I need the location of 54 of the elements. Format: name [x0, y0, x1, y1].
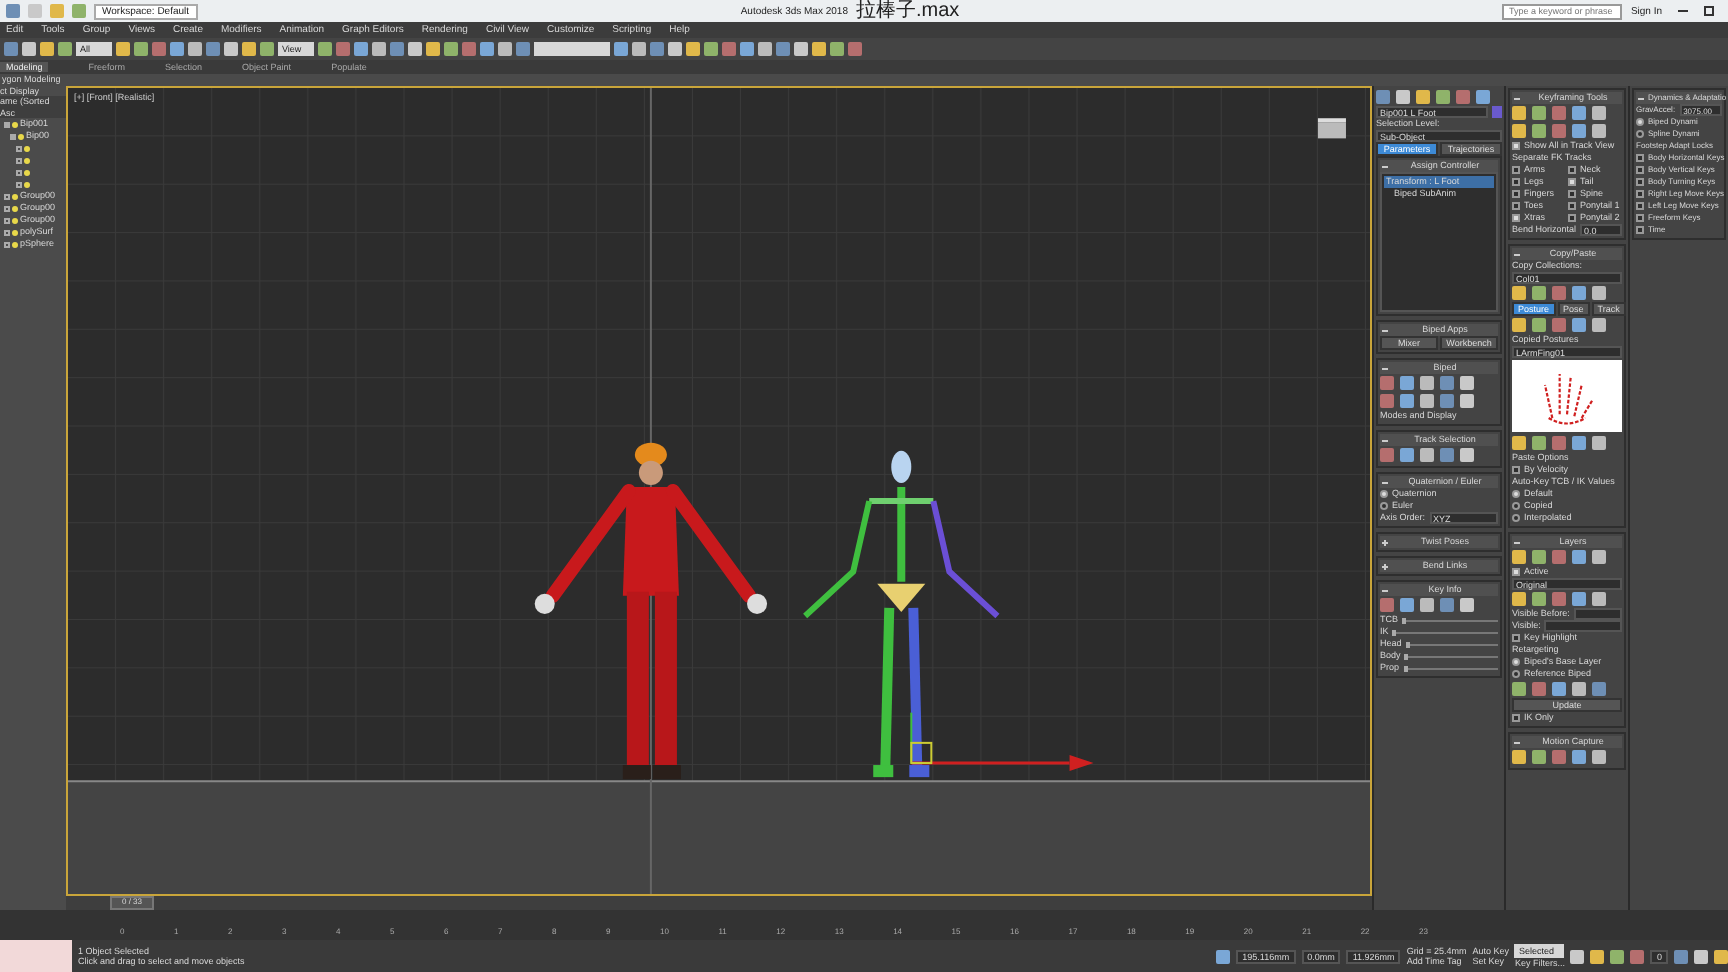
view-cube-icon[interactable] — [1317, 118, 1346, 139]
checkbox[interactable] — [1568, 214, 1576, 222]
checkbox[interactable] — [1512, 142, 1520, 150]
radio-button[interactable] — [1512, 502, 1520, 510]
checkbox[interactable] — [1636, 226, 1644, 234]
expand-toggle-icon[interactable] — [4, 193, 10, 200]
radio-button[interactable] — [1512, 658, 1520, 666]
checkbox[interactable] — [1568, 202, 1576, 210]
hand-preview-drawing — [1512, 360, 1622, 432]
expand-toggle-icon[interactable] — [16, 169, 22, 176]
checkbox[interactable] — [1512, 568, 1520, 576]
radio-button[interactable] — [1512, 514, 1520, 522]
checkbox[interactable] — [1568, 190, 1576, 198]
expand-toggle-icon[interactable] — [16, 157, 22, 164]
checkbox[interactable] — [1568, 178, 1576, 186]
expand-toggle-icon[interactable] — [4, 229, 10, 236]
file-name: 拉棒子.max — [855, 0, 960, 22]
expand-toggle-icon[interactable] — [4, 241, 10, 248]
expand-toggle-icon[interactable] — [16, 145, 22, 152]
biped-skeleton-drawing[interactable] — [803, 450, 1000, 778]
radio-button[interactable] — [1636, 130, 1644, 138]
checkbox[interactable] — [1636, 154, 1644, 162]
checkbox[interactable] — [1512, 202, 1520, 210]
checkbox[interactable] — [1636, 178, 1644, 186]
input-field[interactable] — [1573, 608, 1622, 620]
named-selection-dropdown[interactable] — [534, 42, 610, 56]
checkbox[interactable] — [1568, 166, 1576, 174]
checkbox[interactable] — [1636, 190, 1644, 198]
expand-toggle-icon[interactable] — [4, 205, 10, 212]
checkbox[interactable] — [1512, 214, 1520, 222]
checkbox[interactable] — [1512, 190, 1520, 198]
checkbox[interactable] — [1512, 178, 1520, 186]
input-field[interactable] — [1544, 620, 1622, 632]
checkbox[interactable] — [1512, 466, 1520, 474]
checkbox[interactable] — [1636, 202, 1644, 210]
radio-button[interactable] — [1380, 502, 1388, 510]
checkbox[interactable] — [1512, 714, 1520, 722]
checkbox[interactable] — [1512, 634, 1520, 642]
minimize-icon[interactable] — [1678, 10, 1689, 12]
move-gizmo-drawing[interactable] — [910, 712, 1094, 772]
maxscript-listener-field[interactable] — [0, 940, 72, 972]
radio-button[interactable] — [1512, 670, 1520, 678]
object-color-swatch[interactable] — [1492, 106, 1502, 118]
radio-button[interactable] — [1512, 490, 1520, 498]
radio-button[interactable] — [1636, 118, 1644, 126]
maximize-icon[interactable] — [1704, 6, 1715, 16]
radio-button[interactable] — [1380, 490, 1388, 498]
checkbox[interactable] — [1512, 166, 1520, 174]
checkbox[interactable] — [1636, 214, 1644, 222]
checkbox[interactable] — [1636, 166, 1644, 174]
expand-toggle-icon[interactable] — [16, 181, 22, 188]
expand-toggle-icon[interactable] — [10, 133, 16, 140]
expand-toggle-icon[interactable] — [4, 217, 10, 224]
expand-toggle-icon[interactable] — [4, 121, 10, 128]
